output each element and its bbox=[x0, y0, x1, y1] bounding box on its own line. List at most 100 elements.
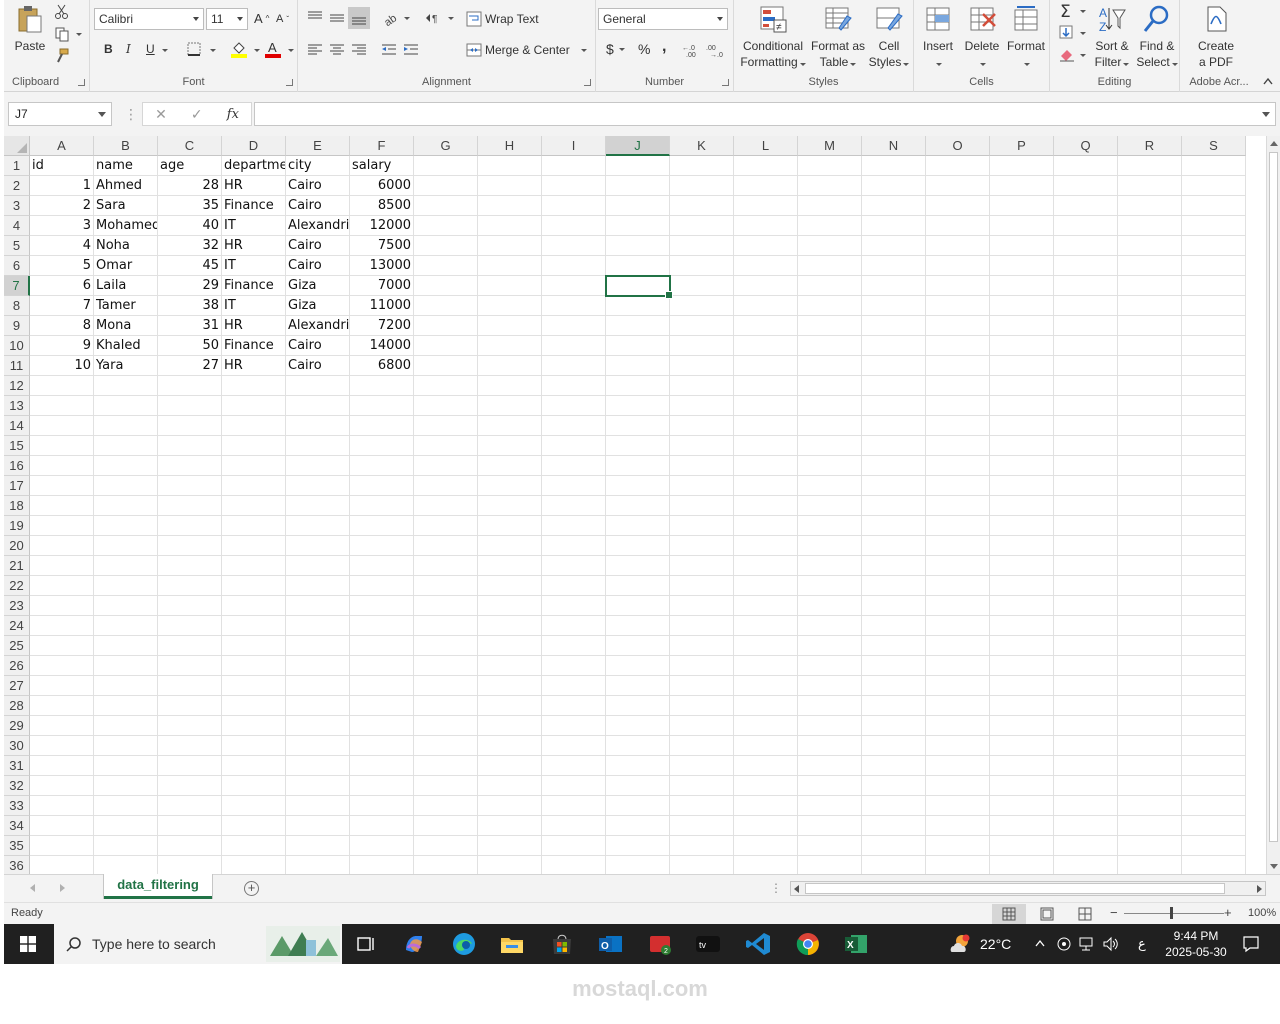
cell-q33[interactable] bbox=[1054, 796, 1118, 816]
cell-o10[interactable] bbox=[926, 336, 990, 356]
cell-b36[interactable] bbox=[94, 856, 158, 874]
cell-e9[interactable]: Alexandri bbox=[286, 316, 350, 336]
row-header-34[interactable]: 34 bbox=[4, 816, 30, 836]
cell-n16[interactable] bbox=[862, 456, 926, 476]
cell-j17[interactable] bbox=[606, 476, 670, 496]
cell-p7[interactable] bbox=[990, 276, 1054, 296]
cell-c6[interactable]: 45 bbox=[158, 256, 222, 276]
cell-l6[interactable] bbox=[734, 256, 798, 276]
row-header-4[interactable]: 4 bbox=[4, 216, 30, 236]
cell-c24[interactable] bbox=[158, 616, 222, 636]
fill-color-icon[interactable] bbox=[230, 40, 248, 58]
cell-e30[interactable] bbox=[286, 736, 350, 756]
increase-indent-icon[interactable] bbox=[402, 42, 420, 58]
cell-q22[interactable] bbox=[1054, 576, 1118, 596]
cell-f17[interactable] bbox=[350, 476, 414, 496]
clipboard-launcher-icon[interactable] bbox=[78, 79, 85, 86]
cell-r36[interactable] bbox=[1118, 856, 1182, 874]
taskbar-clock[interactable]: 9:44 PM 2025-05-30 bbox=[1164, 928, 1228, 960]
cell-p27[interactable] bbox=[990, 676, 1054, 696]
cell-d27[interactable] bbox=[222, 676, 286, 696]
underline-button[interactable]: U bbox=[146, 42, 155, 56]
cell-b11[interactable]: Yara bbox=[94, 356, 158, 376]
column-header-f[interactable]: F bbox=[350, 136, 414, 156]
cell-r22[interactable] bbox=[1118, 576, 1182, 596]
cell-f24[interactable] bbox=[350, 616, 414, 636]
cell-g25[interactable] bbox=[414, 636, 478, 656]
cell-f34[interactable] bbox=[350, 816, 414, 836]
cell-j10[interactable] bbox=[606, 336, 670, 356]
cell-j32[interactable] bbox=[606, 776, 670, 796]
row-header-35[interactable]: 35 bbox=[4, 836, 30, 856]
cell-p19[interactable] bbox=[990, 516, 1054, 536]
cell-n25[interactable] bbox=[862, 636, 926, 656]
cell-r21[interactable] bbox=[1118, 556, 1182, 576]
cell-p8[interactable] bbox=[990, 296, 1054, 316]
cell-i17[interactable] bbox=[542, 476, 606, 496]
cell-i27[interactable] bbox=[542, 676, 606, 696]
cell-e3[interactable]: Cairo bbox=[286, 196, 350, 216]
apple-tv-icon[interactable]: tv bbox=[694, 930, 722, 958]
cancel-icon[interactable]: ✕ bbox=[155, 106, 167, 123]
cell-s7[interactable] bbox=[1182, 276, 1246, 296]
show-hidden-icons-icon[interactable] bbox=[1034, 938, 1046, 948]
cell-f26[interactable] bbox=[350, 656, 414, 676]
cell-g24[interactable] bbox=[414, 616, 478, 636]
cell-h10[interactable] bbox=[478, 336, 542, 356]
cell-n2[interactable] bbox=[862, 176, 926, 196]
cell-r29[interactable] bbox=[1118, 716, 1182, 736]
cell-j4[interactable] bbox=[606, 216, 670, 236]
cell-h25[interactable] bbox=[478, 636, 542, 656]
cell-q9[interactable] bbox=[1054, 316, 1118, 336]
cell-n8[interactable] bbox=[862, 296, 926, 316]
cell-g32[interactable] bbox=[414, 776, 478, 796]
cell-n9[interactable] bbox=[862, 316, 926, 336]
volume-icon[interactable] bbox=[1102, 936, 1120, 952]
cell-l20[interactable] bbox=[734, 536, 798, 556]
cell-s33[interactable] bbox=[1182, 796, 1246, 816]
cell-f25[interactable] bbox=[350, 636, 414, 656]
cell-e33[interactable] bbox=[286, 796, 350, 816]
zoom-in-button[interactable]: + bbox=[1224, 905, 1232, 920]
cell-g30[interactable] bbox=[414, 736, 478, 756]
vscode-icon[interactable] bbox=[744, 930, 772, 958]
cell-a19[interactable] bbox=[30, 516, 94, 536]
increase-decimal-icon[interactable]: ←.0.00 bbox=[682, 42, 702, 58]
cell-c28[interactable] bbox=[158, 696, 222, 716]
cell-l13[interactable] bbox=[734, 396, 798, 416]
cell-s11[interactable] bbox=[1182, 356, 1246, 376]
cell-g20[interactable] bbox=[414, 536, 478, 556]
cell-k14[interactable] bbox=[670, 416, 734, 436]
cell-i18[interactable] bbox=[542, 496, 606, 516]
cell-i14[interactable] bbox=[542, 416, 606, 436]
page-break-button[interactable] bbox=[1068, 904, 1102, 924]
cell-d5[interactable]: HR bbox=[222, 236, 286, 256]
cell-j15[interactable] bbox=[606, 436, 670, 456]
cell-f28[interactable] bbox=[350, 696, 414, 716]
cell-p5[interactable] bbox=[990, 236, 1054, 256]
cell-i35[interactable] bbox=[542, 836, 606, 856]
cell-g7[interactable] bbox=[414, 276, 478, 296]
cell-p6[interactable] bbox=[990, 256, 1054, 276]
row-header-20[interactable]: 20 bbox=[4, 536, 30, 556]
cell-m8[interactable] bbox=[798, 296, 862, 316]
cell-r34[interactable] bbox=[1118, 816, 1182, 836]
cell-m24[interactable] bbox=[798, 616, 862, 636]
cell-d19[interactable] bbox=[222, 516, 286, 536]
cell-m1[interactable] bbox=[798, 156, 862, 176]
chrome-icon[interactable] bbox=[794, 930, 822, 958]
row-header-25[interactable]: 25 bbox=[4, 636, 30, 656]
cell-k2[interactable] bbox=[670, 176, 734, 196]
cell-e22[interactable] bbox=[286, 576, 350, 596]
cell-j12[interactable] bbox=[606, 376, 670, 396]
cell-e36[interactable] bbox=[286, 856, 350, 874]
cell-c11[interactable]: 27 bbox=[158, 356, 222, 376]
cell-l18[interactable] bbox=[734, 496, 798, 516]
cell-d23[interactable] bbox=[222, 596, 286, 616]
cell-l7[interactable] bbox=[734, 276, 798, 296]
notifications-icon[interactable] bbox=[1242, 935, 1260, 953]
cell-d14[interactable] bbox=[222, 416, 286, 436]
decrease-font-icon[interactable]: Aˇ bbox=[276, 13, 289, 25]
cell-h13[interactable] bbox=[478, 396, 542, 416]
cell-f5[interactable]: 7500 bbox=[350, 236, 414, 256]
